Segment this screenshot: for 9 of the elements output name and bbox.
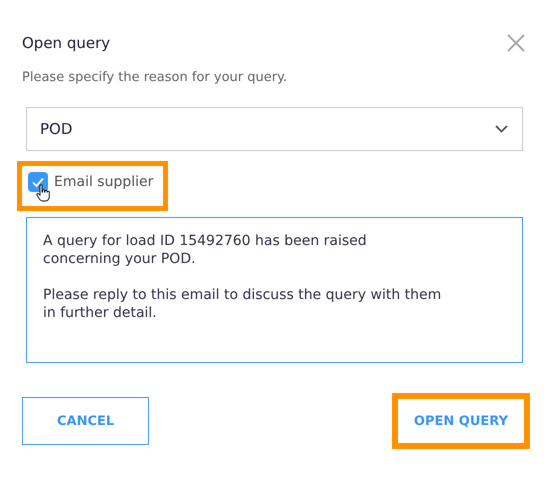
instruction-text: Please specify the reason for your query.: [22, 70, 288, 85]
message-field[interactable]: A query for load ID 15492760 has been raised concerning your POD. Please reply to this email to discuss the query with them in further detail.: [26, 217, 523, 363]
checkmark-icon: [31, 175, 45, 189]
hand-cursor-icon: [36, 184, 50, 202]
checkbox-label: Email supplier: [54, 173, 154, 192]
chevron-down-icon: [495, 125, 508, 133]
dialog-title: Open query: [22, 34, 110, 52]
email-supplier-checkbox[interactable]: [28, 172, 48, 192]
reason-select[interactable]: POD: [26, 107, 523, 151]
